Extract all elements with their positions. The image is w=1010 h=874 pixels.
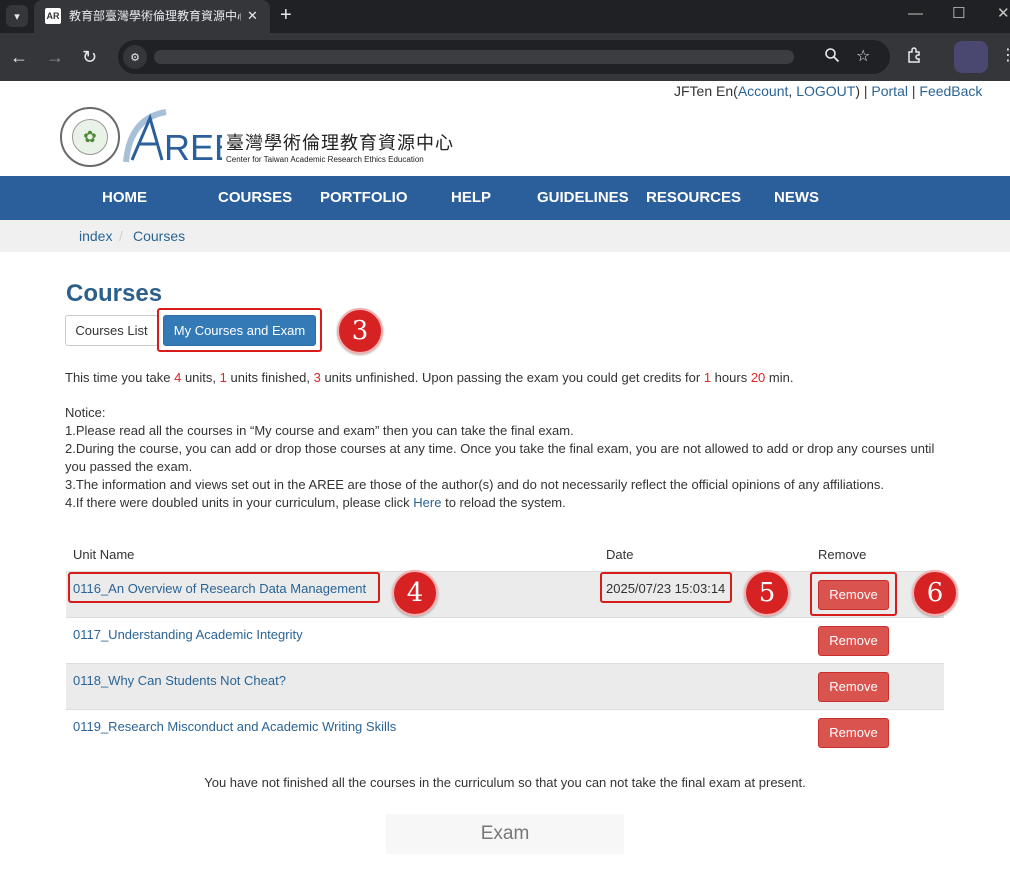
breadcrumb: index / Courses bbox=[0, 220, 1010, 252]
annotation-badge-4: 4 bbox=[392, 570, 438, 616]
aree-logo-text: REE bbox=[164, 127, 222, 166]
nav-portfolio[interactable]: PORTFOLIO bbox=[320, 188, 408, 208]
minimize-icon[interactable]: — bbox=[908, 4, 923, 24]
notice-block: Notice: 1.Please read all the courses in… bbox=[65, 404, 945, 512]
tab-title: 教育部臺灣學術倫理教育資源中心 bbox=[69, 9, 241, 23]
page-title: Courses bbox=[66, 280, 163, 307]
tab-search-button[interactable]: ▾ bbox=[6, 5, 28, 27]
logo-title: 臺灣學術倫理教育資源中心 bbox=[226, 133, 454, 154]
logo-subtitle: Center for Taiwan Academic Research Ethi… bbox=[226, 155, 424, 164]
table-row: 0117_Understanding Academic Integrity Re… bbox=[66, 617, 944, 663]
exam-button[interactable]: Exam bbox=[386, 814, 624, 854]
ministry-of-education-seal: ✿ bbox=[60, 107, 120, 167]
exam-status-message: You have not finished all the courses in… bbox=[204, 775, 806, 790]
browser-toolbar: ← → ↻ ⚙ ☆ ⋮ bbox=[0, 33, 1010, 81]
unit-link[interactable]: 0119_Research Misconduct and Academic Wr… bbox=[73, 719, 396, 735]
nav-help[interactable]: HELP bbox=[451, 188, 491, 208]
annotation-badge-3: 3 bbox=[337, 308, 383, 354]
credit-hours: 1 bbox=[703, 370, 712, 385]
notice-line-2: 2.During the course, you can add or drop… bbox=[65, 441, 935, 474]
unfinished-units: 3 bbox=[313, 370, 321, 385]
seal-plant-icon: ✿ bbox=[72, 119, 108, 155]
highlight-box-my-courses bbox=[157, 308, 322, 352]
credit-summary: This time you take 4 units, 1 units fini… bbox=[65, 370, 794, 385]
notice-heading: Notice: bbox=[65, 405, 106, 420]
nav-resources[interactable]: RESOURCES bbox=[646, 188, 741, 208]
forward-icon[interactable]: → bbox=[46, 46, 64, 68]
highlight-box-unit-link bbox=[68, 572, 380, 603]
reload-here-link[interactable]: Here bbox=[413, 495, 441, 510]
nav-courses[interactable]: COURSES bbox=[218, 188, 292, 208]
breadcrumb-index[interactable]: index bbox=[79, 228, 112, 244]
main-navbar: HOME COURSES PORTFOLIO HELP GUIDELINES R… bbox=[0, 176, 1010, 220]
unit-link[interactable]: 0118_Why Can Students Not Cheat? bbox=[73, 673, 286, 689]
remove-button[interactable]: Remove bbox=[818, 672, 889, 702]
nav-news[interactable]: NEWS bbox=[774, 188, 819, 208]
account-link[interactable]: Account bbox=[738, 83, 789, 99]
tab-close-icon[interactable]: ✕ bbox=[247, 7, 258, 25]
courses-list-tab[interactable]: Courses List bbox=[65, 315, 158, 346]
profile-avatar[interactable] bbox=[954, 41, 988, 73]
logout-link[interactable]: LOGOUT bbox=[796, 83, 855, 99]
remove-button[interactable]: Remove bbox=[818, 718, 889, 748]
extensions-icon[interactable] bbox=[906, 46, 924, 70]
user-bar: JFTen En(Account, LOGOUT) | Portal | Fee… bbox=[674, 83, 983, 99]
close-window-icon[interactable]: ✕ bbox=[997, 4, 1010, 24]
browser-menu-icon[interactable]: ⋮ bbox=[1000, 45, 1010, 67]
new-tab-button[interactable]: + bbox=[280, 4, 292, 26]
notice-line-3: 3.The information and views set out in t… bbox=[65, 477, 884, 492]
breadcrumb-courses[interactable]: Courses bbox=[133, 228, 185, 244]
feedback-link[interactable]: FeedBack bbox=[919, 83, 982, 99]
user-name: JFTen En( bbox=[674, 83, 738, 99]
maximize-icon[interactable]: ☐ bbox=[952, 4, 965, 24]
bookmark-star-icon[interactable]: ☆ bbox=[856, 47, 870, 67]
unit-link[interactable]: 0117_Understanding Academic Integrity bbox=[73, 627, 303, 643]
site-info-icon[interactable]: ⚙ bbox=[123, 45, 147, 69]
back-icon[interactable]: ← bbox=[10, 46, 28, 68]
credit-minutes: 20 bbox=[750, 370, 766, 385]
finished-units: 1 bbox=[219, 370, 227, 385]
header-remove: Remove bbox=[818, 547, 867, 562]
annotation-badge-6: 6 bbox=[912, 570, 958, 616]
site-favicon-icon: AR bbox=[45, 8, 61, 24]
nav-guidelines[interactable]: GUIDELINES bbox=[537, 188, 629, 208]
portal-link[interactable]: Portal bbox=[871, 83, 908, 99]
browser-tab[interactable]: AR 教育部臺灣學術倫理教育資源中心 ✕ bbox=[34, 0, 270, 33]
aree-logo[interactable]: REE bbox=[122, 108, 222, 166]
browser-tab-bar: ▾ AR 教育部臺灣學術倫理教育資源中心 ✕ + — ☐ ✕ bbox=[0, 0, 1010, 33]
reload-icon[interactable]: ↻ bbox=[82, 46, 97, 68]
url-text-blurred bbox=[154, 50, 794, 64]
highlight-box-remove bbox=[810, 572, 897, 616]
header-date: Date bbox=[606, 547, 634, 562]
header-unit-name: Unit Name bbox=[73, 547, 135, 562]
highlight-box-date bbox=[600, 572, 732, 603]
annotation-badge-5: 5 bbox=[744, 570, 790, 616]
table-row: 0118_Why Can Students Not Cheat? Remove bbox=[66, 663, 944, 709]
table-row: 0119_Research Misconduct and Academic Wr… bbox=[66, 709, 944, 755]
address-bar[interactable]: ⚙ ☆ bbox=[118, 40, 890, 74]
zoom-icon[interactable] bbox=[824, 47, 840, 69]
remove-button[interactable]: Remove bbox=[818, 626, 889, 656]
breadcrumb-separator: / bbox=[119, 228, 123, 244]
notice-line-1: 1.Please read all the courses in “My cou… bbox=[65, 423, 574, 438]
nav-home[interactable]: HOME bbox=[102, 188, 147, 208]
notice-line-4: 4.If there were doubled units in your cu… bbox=[65, 495, 566, 510]
